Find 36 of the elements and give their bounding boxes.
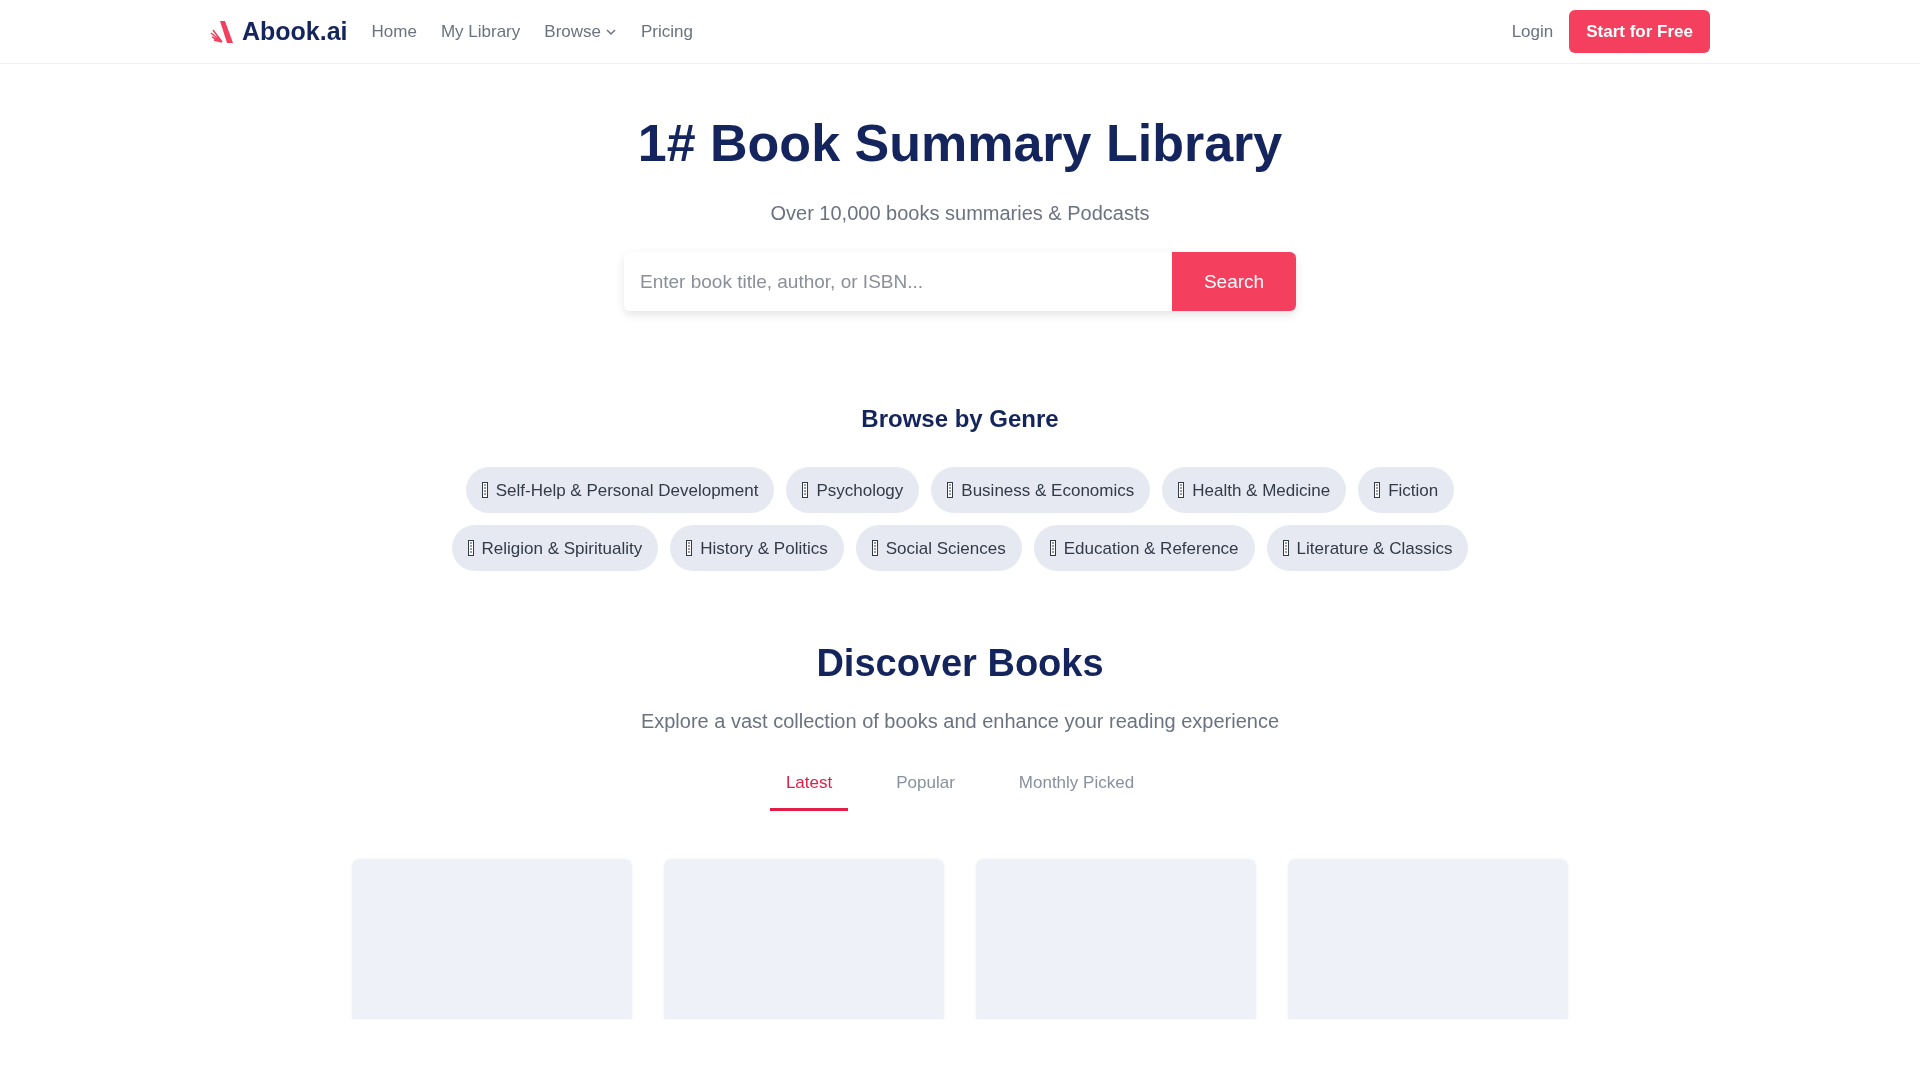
placeholder-glyph-icon [1374, 482, 1381, 499]
placeholder-glyph-icon [686, 540, 693, 557]
placeholder-glyph-icon [1178, 482, 1185, 499]
placeholder-glyph-icon [481, 482, 488, 499]
placeholder-glyph-icon [947, 482, 954, 499]
nav-link[interactable]: My Library [440, 18, 521, 45]
logo-icon [210, 19, 234, 44]
genre-chip[interactable]: History & Politics [670, 525, 844, 572]
genre-chip[interactable]: Religion & Spirituality [451, 525, 659, 572]
placeholder-glyph-icon [871, 540, 878, 557]
placeholder-glyph-icon [802, 482, 809, 499]
genre-chip[interactable]: Social Sciences [855, 525, 1022, 572]
placeholder-glyph-icon [1282, 540, 1289, 557]
nav-link[interactable]: Pricing [641, 18, 693, 45]
search-field[interactable]: Enter book title, author, or ISBN... [624, 252, 1172, 312]
genre-chip[interactable]: Education & Reference [1033, 525, 1255, 572]
subtitle: Over 10,000 books summaries & Podcasts [770, 201, 1150, 227]
genre-chip[interactable]: Psychology [786, 467, 920, 514]
genre-chip[interactable]: Health & Medicine [1162, 467, 1347, 514]
section-subtitle: Explore a vast collection of books and enhance your reading experience [640, 709, 1280, 735]
genre-chip[interactable]: Literature & Classics [1266, 525, 1469, 572]
placeholder-glyph-icon [1049, 540, 1056, 557]
section-title: Discover Books [816, 641, 1104, 687]
login-link[interactable]: Login [1511, 18, 1554, 45]
page-title: 1# Book Summary Library [637, 113, 1283, 174]
start-button[interactable]: Start for Free [1569, 9, 1710, 54]
brand-name[interactable]: Abook.ai [242, 12, 348, 51]
tab[interactable]: Latest [769, 770, 849, 811]
genre-chip[interactable]: Fiction [1358, 467, 1455, 514]
section-title: Browse by Genre [861, 404, 1059, 435]
browse-dropdown[interactable]: Browse [544, 18, 617, 45]
nav-link[interactable]: Home [371, 18, 417, 45]
genre-chip[interactable]: Business & Economics [931, 467, 1151, 514]
genre-chip[interactable]: Self-Help & Personal Development [465, 467, 775, 514]
placeholder-glyph-icon [467, 540, 474, 557]
search-button[interactable]: Search [1172, 252, 1296, 312]
